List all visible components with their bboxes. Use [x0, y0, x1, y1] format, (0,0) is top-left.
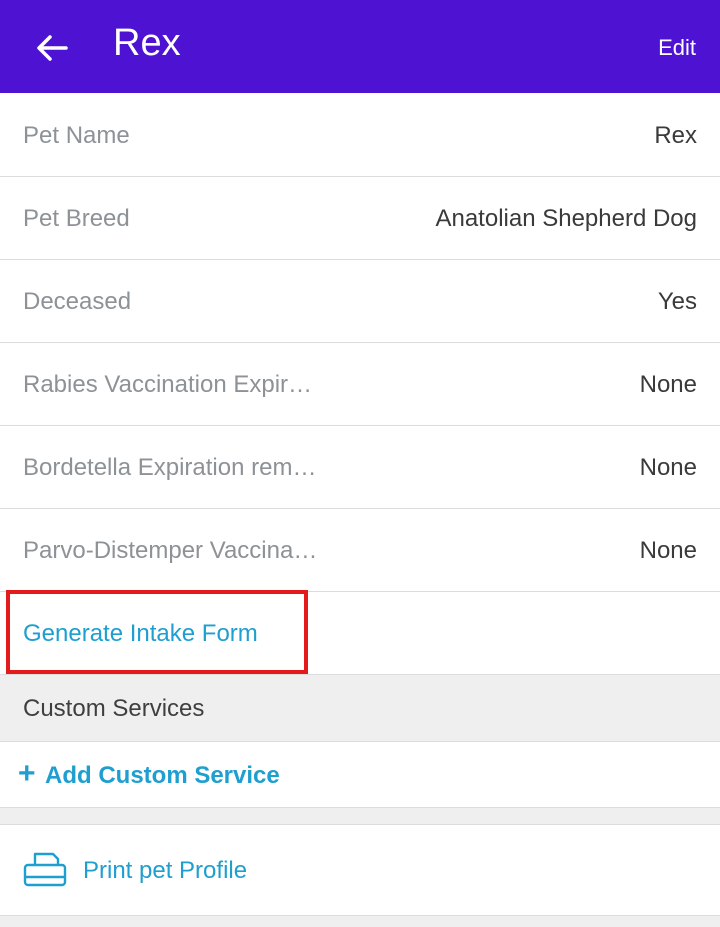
detail-label: Rabies Vaccination Expir…: [23, 371, 313, 398]
print-pet-profile-label: Print pet Profile: [83, 857, 248, 884]
detail-row-bordetella: Bordetella Expiration rem… None: [0, 426, 720, 509]
detail-value: Rex: [654, 122, 697, 149]
back-arrow-icon[interactable]: [30, 26, 74, 70]
page-title: Rex: [113, 22, 181, 64]
printer-icon: [23, 852, 67, 887]
detail-row-deceased: Deceased Yes: [0, 260, 720, 343]
section-title: Custom Services: [23, 695, 205, 722]
detail-value: Anatolian Shepherd Dog: [435, 205, 697, 232]
detail-label: Parvo-Distemper Vaccina…: [23, 537, 318, 564]
print-pet-profile-button[interactable]: Print pet Profile: [0, 825, 720, 916]
detail-value: None: [639, 454, 697, 481]
detail-label: Pet Name: [23, 122, 130, 149]
detail-value: None: [639, 537, 697, 564]
detail-label: Bordetella Expiration rem…: [23, 454, 317, 481]
highlight-box: [6, 590, 308, 674]
detail-value: None: [639, 371, 697, 398]
detail-row-rabies: Rabies Vaccination Expir… None: [0, 343, 720, 426]
plus-icon: +: [18, 757, 36, 790]
bottom-divider: [0, 916, 720, 927]
add-custom-service-label: Add Custom Service: [45, 762, 280, 789]
detail-label: Pet Breed: [23, 205, 130, 232]
edit-button[interactable]: Edit: [658, 34, 696, 62]
add-custom-service-button[interactable]: + Add Custom Service: [0, 742, 720, 808]
detail-row-pet-name: Pet Name Rex: [0, 94, 720, 177]
detail-row-pet-breed: Pet Breed Anatolian Shepherd Dog: [0, 177, 720, 260]
detail-row-parvo-distemper: Parvo-Distemper Vaccina… None: [0, 509, 720, 592]
section-divider: [0, 808, 720, 825]
custom-services-header: Custom Services: [0, 675, 720, 742]
app-bar: Rex Edit: [0, 0, 720, 93]
detail-value: Yes: [657, 288, 697, 315]
detail-label: Deceased: [23, 288, 132, 315]
